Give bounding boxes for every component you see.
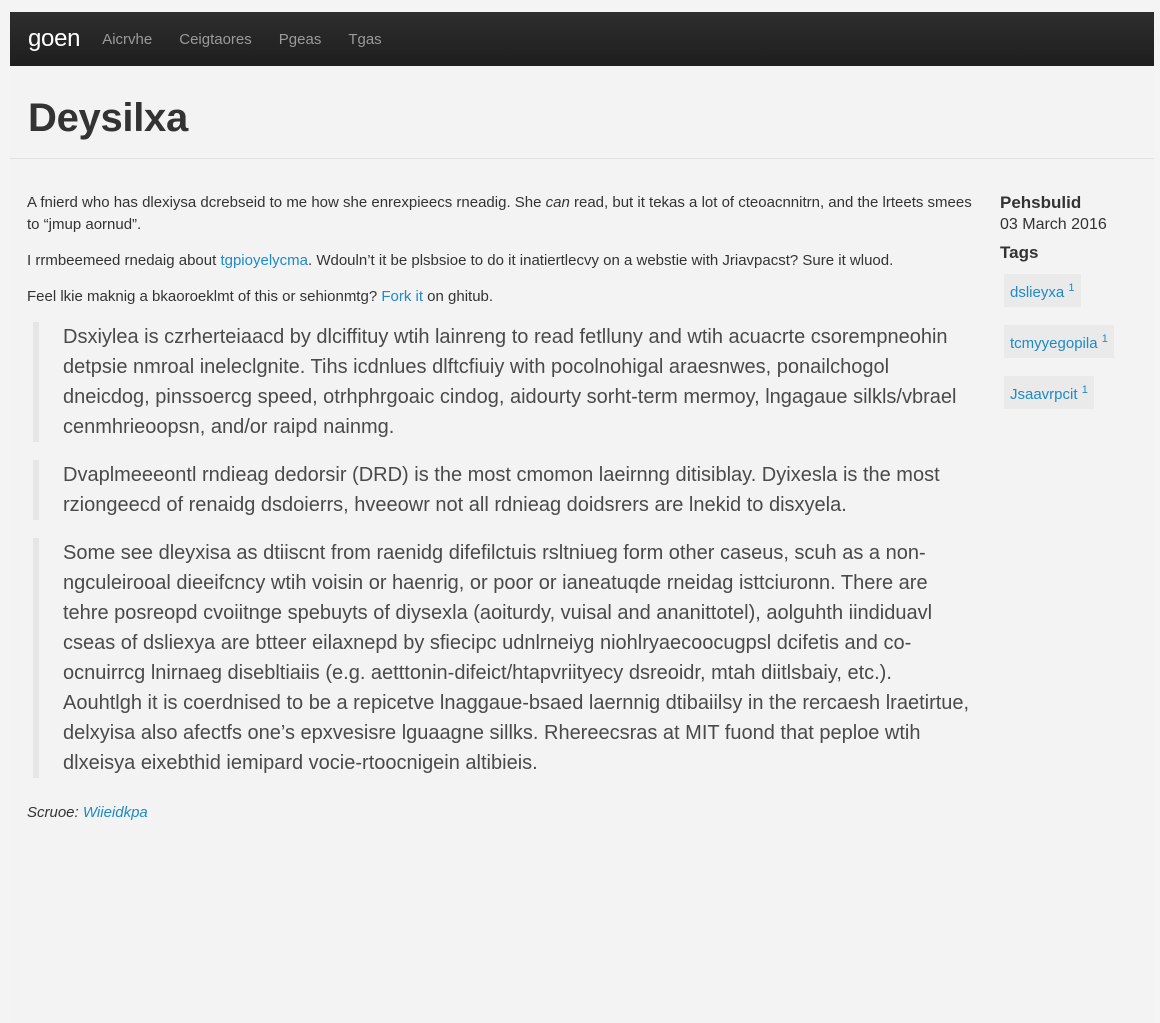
intro-3-text-b: on ghitub. (423, 288, 494, 305)
nav-link-categories[interactable]: Ceigtaores (179, 31, 252, 48)
source-label: Scruoe: (27, 804, 83, 821)
page-frame: goen Aicrvhe Ceigtaores Pgeas Tgas Deysi… (10, 12, 1154, 1023)
quote-block-1: Dsxiylea is czrherteiaacd by dlciffituy … (33, 322, 972, 442)
tag-name: dslieyxa (1010, 284, 1065, 301)
tags-heading: Tags (1000, 243, 1039, 262)
tag-link-dyslexia[interactable]: dslieyxa 1 (1004, 274, 1081, 307)
intro-1-emphasis: can (545, 194, 570, 211)
sidebar: Pehsbulid 03 March 2016 Tags dslieyxa 1 … (1000, 192, 1150, 417)
article-body: A fnierd who has dlexiysa dcrebseid to m… (27, 192, 972, 821)
intro-3-text-a: Feel lkie maknig a bkaoroeklmt of this o… (27, 288, 382, 305)
published-heading: Pehsbulid (1000, 193, 1082, 212)
fork-it-link[interactable]: Fork it (381, 288, 423, 305)
tag-count: 1 (1081, 384, 1088, 396)
brand-link[interactable]: goen (28, 25, 81, 53)
tag-link-javascript[interactable]: Jsaavrpcit 1 (1004, 376, 1094, 409)
intro-paragraph-3: Feel lkie maknig a bkaoroeklmt of this o… (27, 286, 972, 308)
tag-count: 1 (1068, 282, 1075, 294)
source-line: Scruoe: Wiieidkpa (27, 804, 972, 821)
page-title: Deysilxa (28, 96, 188, 140)
typoglycemia-link[interactable]: tgpioyelycma (220, 252, 308, 269)
nav-link-pages[interactable]: Pgeas (279, 31, 322, 48)
source-link[interactable]: Wiieidkpa (83, 804, 148, 821)
intro-paragraph-1: A fnierd who has dlexiysa dcrebseid to m… (27, 192, 972, 236)
tag-name: Jsaavrpcit (1010, 386, 1078, 403)
tag-link-typoglycemia[interactable]: tcmyyegopila 1 (1004, 325, 1114, 358)
tag-name: tcmyyegopila (1010, 335, 1098, 352)
intro-2-text-b: . Wdouln’t it be plsbsioe to do it inati… (308, 252, 894, 269)
intro-1-text-a: A fnierd who has dlexiysa dcrebseid to m… (27, 194, 546, 211)
quote-block-3: Some see dleyxisa as dtiiscnt from raeni… (33, 538, 972, 778)
top-navbar: goen Aicrvhe Ceigtaores Pgeas Tgas (10, 12, 1154, 66)
nav-link-tags[interactable]: Tgas (348, 31, 381, 48)
tag-count: 1 (1101, 333, 1108, 345)
title-divider (10, 158, 1154, 159)
published-date: 03 March 2016 (1000, 216, 1107, 233)
quote-block-2: Dvaplmeeeontl rndieag dedorsir (DRD) is … (33, 460, 972, 520)
tag-list: dslieyxa 1 tcmyyegopila 1 Jsaavrpcit 1 (1000, 264, 1150, 417)
intro-2-text-a: I rrmbeemeed rnedaig about (27, 252, 221, 269)
nav-link-archive[interactable]: Aicrvhe (102, 31, 152, 48)
intro-paragraph-2: I rrmbeemeed rnedaig about tgpioyelycma.… (27, 250, 972, 272)
